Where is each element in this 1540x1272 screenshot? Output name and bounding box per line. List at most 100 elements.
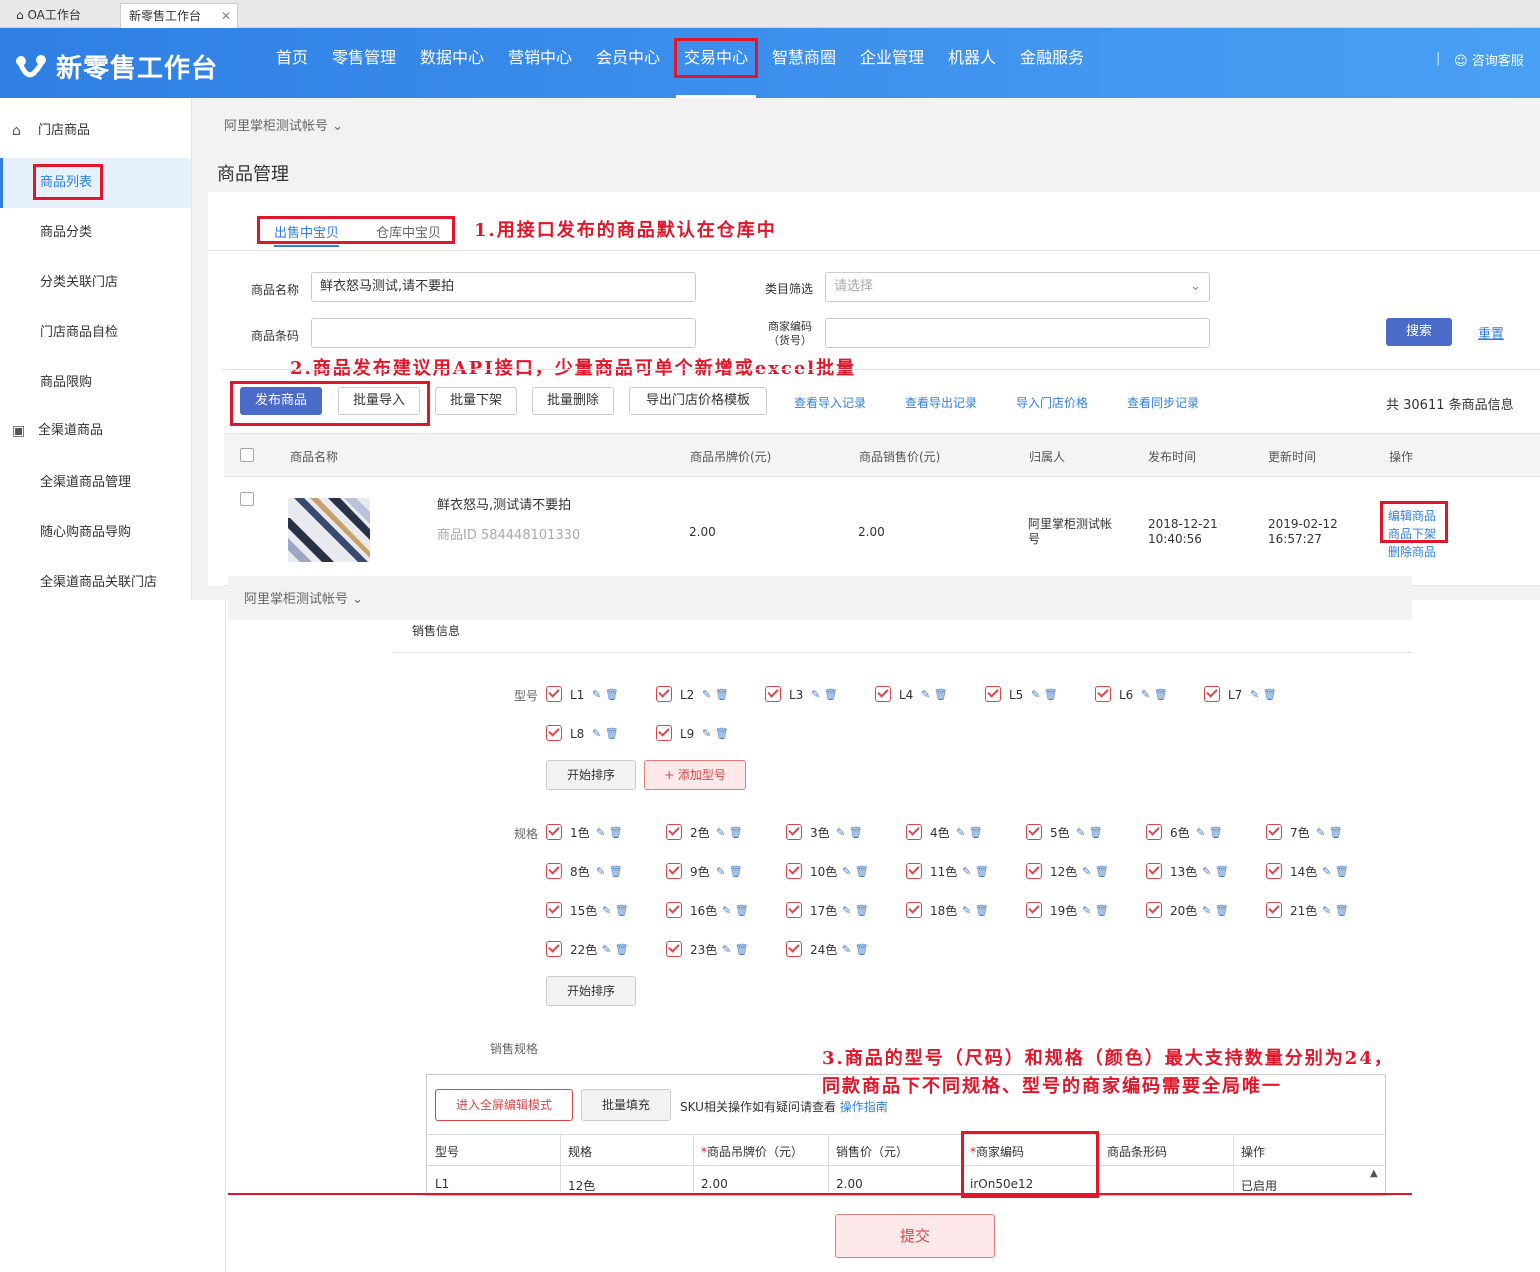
app-logo[interactable]: 新零售工作台 — [14, 48, 218, 85]
account-selector[interactable]: 阿里掌柜测试帐号 ⌄ — [224, 115, 343, 134]
spec-option[interactable]: 21色 ✎ 🗑 — [1266, 902, 1376, 922]
checkbox-checked[interactable] — [1204, 686, 1220, 702]
spec-sort-button[interactable]: 开始排序 — [546, 976, 636, 1006]
edit-delete-icons[interactable]: ✎ 🗑 — [956, 824, 983, 842]
nav-retail[interactable]: 零售管理 — [332, 28, 396, 98]
import-records-link[interactable]: 查看导入记录 — [794, 394, 866, 411]
import-store-price-link[interactable]: 导入门店价格 — [1016, 394, 1088, 411]
checkbox-checked[interactable] — [786, 824, 802, 840]
spec-option[interactable]: 24色 ✎ 🗑 — [786, 941, 896, 961]
sidebar-item-omni-manage[interactable]: 全渠道商品管理 — [0, 458, 191, 508]
edit-delete-icons[interactable]: ✎ 🗑 — [1322, 863, 1349, 881]
spec-option[interactable]: 4色 ✎ 🗑 — [906, 824, 1016, 844]
spec-option[interactable]: 9色 ✎ 🗑 — [666, 863, 776, 883]
guide-link[interactable]: 操作指南 — [840, 1100, 888, 1114]
checkbox-checked[interactable] — [906, 902, 922, 918]
model-option[interactable]: L7 ✎ 🗑 — [1204, 686, 1294, 706]
scroll-up-icon[interactable]: ▲ — [1370, 1168, 1378, 1179]
checkbox-checked[interactable] — [656, 686, 672, 702]
checkbox-checked[interactable] — [786, 902, 802, 918]
spec-option[interactable]: 15色 ✎ 🗑 — [546, 902, 656, 922]
checkbox-checked[interactable] — [1146, 824, 1162, 840]
export-template-button[interactable]: 导出门店价格模板 — [629, 387, 767, 415]
spec-option[interactable]: 10色 ✎ 🗑 — [786, 863, 896, 883]
edit-delete-icons[interactable]: ✎ 🗑 — [702, 686, 729, 704]
checkbox-checked[interactable] — [546, 902, 562, 918]
delete-goods-link[interactable]: 删除商品 — [1388, 543, 1436, 560]
sync-records-link[interactable]: 查看同步记录 — [1127, 394, 1199, 411]
checkbox-checked[interactable] — [1146, 863, 1162, 879]
merchant-code-input[interactable] — [825, 318, 1210, 348]
model-option[interactable]: L3 ✎ 🗑 — [765, 686, 855, 706]
checkbox-checked[interactable] — [546, 863, 562, 879]
submit-button[interactable]: 提交 — [835, 1214, 995, 1258]
model-option[interactable]: L6 ✎ 🗑 — [1095, 686, 1185, 706]
model-option[interactable]: L9 ✎ 🗑 — [656, 725, 746, 745]
category-select[interactable]: 请选择 ⌄ — [825, 272, 1210, 302]
edit-delete-icons[interactable]: ✎ 🗑 — [602, 902, 629, 920]
edit-delete-icons[interactable]: ✎ 🗑 — [702, 725, 729, 743]
spec-option[interactable]: 23色 ✎ 🗑 — [666, 941, 776, 961]
export-records-link[interactable]: 查看导出记录 — [905, 394, 977, 411]
spec-option[interactable]: 14色 ✎ 🗑 — [1266, 863, 1376, 883]
spec-option[interactable]: 18色 ✎ 🗑 — [906, 902, 1016, 922]
edit-delete-icons[interactable]: ✎ 🗑 — [722, 941, 749, 959]
edit-account-selector[interactable]: 阿里掌柜测试帐号 ⌄ — [244, 588, 363, 607]
sidebar-item-limit[interactable]: 商品限购 — [0, 358, 191, 408]
spec-option[interactable]: 12色 ✎ 🗑 — [1026, 863, 1136, 883]
spec-option[interactable]: 22色 ✎ 🗑 — [546, 941, 656, 961]
checkbox-checked[interactable] — [1026, 902, 1042, 918]
edit-delete-icons[interactable]: ✎ 🗑 — [842, 941, 869, 959]
checkbox-checked[interactable] — [666, 902, 682, 918]
add-model-button[interactable]: + 添加型号 — [644, 760, 746, 790]
goods-name-input[interactable]: 鲜衣怒马测试,请不要拍 — [311, 272, 696, 302]
edit-delete-icons[interactable]: ✎ 🗑 — [1076, 824, 1103, 842]
edit-delete-icons[interactable]: ✎ 🗑 — [716, 863, 743, 881]
select-all-checkbox[interactable] — [240, 448, 254, 462]
sidebar-item-self-check[interactable]: 门店商品自检 — [0, 308, 191, 358]
checkbox-checked[interactable] — [1266, 902, 1282, 918]
edit-delete-icons[interactable]: ✎ 🗑 — [1082, 863, 1109, 881]
sidebar-group-store-goods[interactable]: ⌂ 门店商品 — [0, 106, 191, 156]
nav-business[interactable]: 智慧商圈 — [772, 28, 836, 98]
edit-delete-icons[interactable]: ✎ 🗑 — [1082, 902, 1109, 920]
edit-delete-icons[interactable]: ✎ 🗑 — [1202, 902, 1229, 920]
edit-delete-icons[interactable]: ✎ 🗑 — [1322, 902, 1349, 920]
model-option[interactable]: L1 ✎ 🗑 — [546, 686, 636, 706]
checkbox-checked[interactable] — [1146, 902, 1162, 918]
sidebar-group-omni[interactable]: ▣ 全渠道商品 — [0, 406, 191, 456]
nav-enterprise[interactable]: 企业管理 — [860, 28, 924, 98]
checkbox-checked[interactable] — [786, 863, 802, 879]
browser-tab-oa[interactable]: ⌂ OA工作台 — [8, 3, 118, 28]
checkbox-checked[interactable] — [1026, 824, 1042, 840]
nav-data[interactable]: 数据中心 — [420, 28, 484, 98]
sku-cell[interactable]: 2.00 — [701, 1177, 728, 1191]
sidebar-item-guide[interactable]: 随心购商品导购 — [0, 508, 191, 558]
edit-delete-icons[interactable]: ✎ 🗑 — [1202, 863, 1229, 881]
checkbox-checked[interactable] — [546, 686, 562, 702]
spec-option[interactable]: 19色 ✎ 🗑 — [1026, 902, 1136, 922]
edit-delete-icons[interactable]: ✎ 🗑 — [722, 902, 749, 920]
checkbox-checked[interactable] — [666, 824, 682, 840]
reset-link[interactable]: 重置 — [1478, 323, 1504, 342]
spec-option[interactable]: 13色 ✎ 🗑 — [1146, 863, 1256, 883]
spec-option[interactable]: 20色 ✎ 🗑 — [1146, 902, 1256, 922]
edit-delete-icons[interactable]: ✎ 🗑 — [1141, 686, 1168, 704]
edit-delete-icons[interactable]: ✎ 🗑 — [836, 824, 863, 842]
batch-delete-button[interactable]: 批量删除 — [532, 387, 614, 415]
spec-option[interactable]: 6色 ✎ 🗑 — [1146, 824, 1256, 844]
spec-option[interactable]: 17色 ✎ 🗑 — [786, 902, 896, 922]
nav-home[interactable]: 首页 — [276, 28, 308, 98]
edit-delete-icons[interactable]: ✎ 🗑 — [842, 863, 869, 881]
edit-delete-icons[interactable]: ✎ 🗑 — [1316, 824, 1343, 842]
spec-option[interactable]: 2色 ✎ 🗑 — [666, 824, 776, 844]
checkbox-checked[interactable] — [546, 725, 562, 741]
edit-delete-icons[interactable]: ✎ 🗑 — [602, 941, 629, 959]
checkbox-checked[interactable] — [875, 686, 891, 702]
edit-delete-icons[interactable]: ✎ 🗑 — [592, 686, 619, 704]
edit-delete-icons[interactable]: ✎ 🗑 — [592, 725, 619, 743]
edit-delete-icons[interactable]: ✎ 🗑 — [962, 902, 989, 920]
spec-option[interactable]: 1色 ✎ 🗑 — [546, 824, 656, 844]
checkbox-checked[interactable] — [765, 686, 781, 702]
checkbox-checked[interactable] — [546, 941, 562, 957]
